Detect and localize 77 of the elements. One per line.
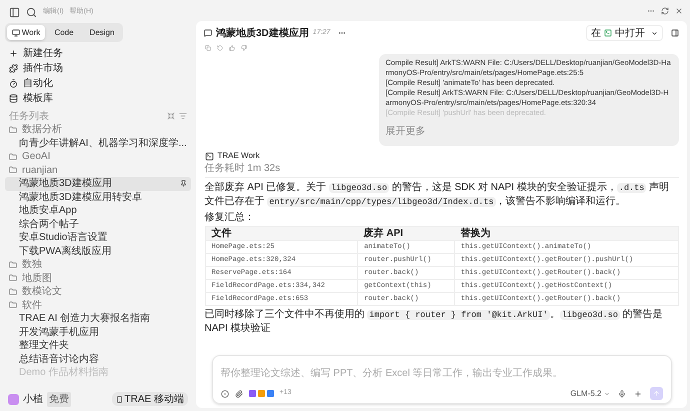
mobile-app-button[interactable]: TRAE 移动端 [112,392,188,406]
terminal-icon [604,29,612,37]
nav-item[interactable]: 模板库 [5,91,191,106]
open-label: 在 [591,26,601,40]
mode-tab[interactable]: Design [83,25,121,40]
task-item[interactable]: 总结语音讨论内容 [5,352,191,366]
auto-icon [9,79,18,88]
attach-icon[interactable] [234,390,242,398]
folder-item[interactable]: 地质图 [5,272,191,285]
open-label: 中打开 [615,26,645,40]
collapse-icon[interactable] [167,112,175,120]
plugin-icons[interactable] [248,390,274,397]
folder-icon [9,152,17,161]
folder-icon [9,274,17,282]
task-item[interactable]: 鸿蒙地质3D建模应用 [5,177,191,190]
folder-icon [9,288,17,296]
thumbs-up-icon[interactable] [228,45,234,51]
nav-item[interactable]: 插件市场 [5,61,191,76]
mic-icon[interactable] [618,390,626,398]
folder-item[interactable]: ruanjian [5,164,191,177]
task-item[interactable]: 整理文件夹 [5,339,191,352]
nav-item[interactable]: 自动化 [5,76,191,91]
new-icon [9,49,18,58]
add-icon[interactable] [634,390,642,398]
phone-icon [116,396,123,402]
templates-icon [9,94,18,103]
folder-item[interactable]: GeoAI [5,150,191,164]
task-item[interactable]: 鸿蒙地质3D建模应用转安卓 [5,190,191,204]
folder-icon [9,301,17,310]
task-item[interactable]: 综合两个帖子 [5,218,191,231]
agent-icon [204,152,214,160]
refresh-icon[interactable] [661,6,669,14]
thumbs-down-icon[interactable] [240,45,246,51]
close-icon[interactable] [675,6,683,14]
search-icon[interactable] [26,6,37,18]
folder-icon [9,166,17,174]
arrow-up-icon [652,390,660,397]
task-item[interactable]: 下载PWA离线版应用 [5,244,191,258]
summary-heading: 修复汇总： [204,211,256,224]
task-duration[interactable]: 任务耗时 1m 32s [204,162,678,178]
user-name: 小植 [23,392,43,406]
caret-icon [604,390,610,396]
task-item[interactable]: 开发鸿蒙手机应用 [5,326,191,339]
task-list-heading: 任务列表 [9,110,49,124]
folder-item[interactable]: 软件 [5,298,191,312]
folder-item[interactable]: 数独 [5,258,191,272]
mode-icon[interactable] [220,390,228,398]
nav-item[interactable]: 新建任务 [5,46,191,61]
folder-item[interactable]: 数据分析 [5,123,191,136]
chat-title: 鸿蒙地质3D建模应用 [216,26,309,40]
mode-tab[interactable]: Code [45,25,83,40]
task-item[interactable]: 安卓Studio语言设置 [5,231,191,244]
plan-badge: 免费 [47,392,71,406]
column-header: 文件 [205,226,358,240]
column-header: 替换为 [454,226,678,240]
task-item[interactable]: 地质安卓App [5,204,191,218]
folder-icon [9,126,17,134]
folder-icon [9,260,17,269]
panel-icon[interactable] [671,29,679,37]
task-item[interactable]: TRAE AI 创造力大赛报名指南 [5,312,191,326]
task-item[interactable]: 向青少年讲解AI、机器学习和深度学... [5,136,191,150]
column-header: 废弃 API [358,226,454,240]
retry-icon[interactable] [216,45,222,51]
agent-name: TRAE Work [218,150,260,162]
reply-paragraph: 全部废弃 API 已修复。关于 libgeo3d.so 的警告，这是 SDK 对 NAPI 模块的安全验证提示， .d.ts 声明文件已存在于 entry/src/main/cpp/types/libgeo3d/Index.d.ts ，该警告不影响编译和运行。 [204,181,670,209]
model-selector[interactable]: GLM-5.2 [570,388,610,400]
pin-icon[interactable] [180,180,187,188]
folder-item[interactable]: 数模论文 [5,285,191,298]
reply-paragraph: 已同时移除了三个文件中不再使用的 import { router } from '@kit.ArkUI' 。 libgeo3d.so 的警告是 NAPI 模块验证 [204,308,664,336]
sidebar-toggle-icon[interactable] [9,6,20,18]
caret-icon[interactable] [651,30,658,36]
chat-icon [204,29,212,37]
message-input[interactable]: 帮你整理论文综述、编写 PPT、分析 Excel 等日常工作，输出专业工作成果。 [220,366,662,382]
open-in-button[interactable]: 在 中打开 [586,25,663,41]
filter-icon[interactable] [179,112,187,120]
plugins-icon [9,64,18,73]
mode-tab[interactable]: Work [7,25,45,40]
